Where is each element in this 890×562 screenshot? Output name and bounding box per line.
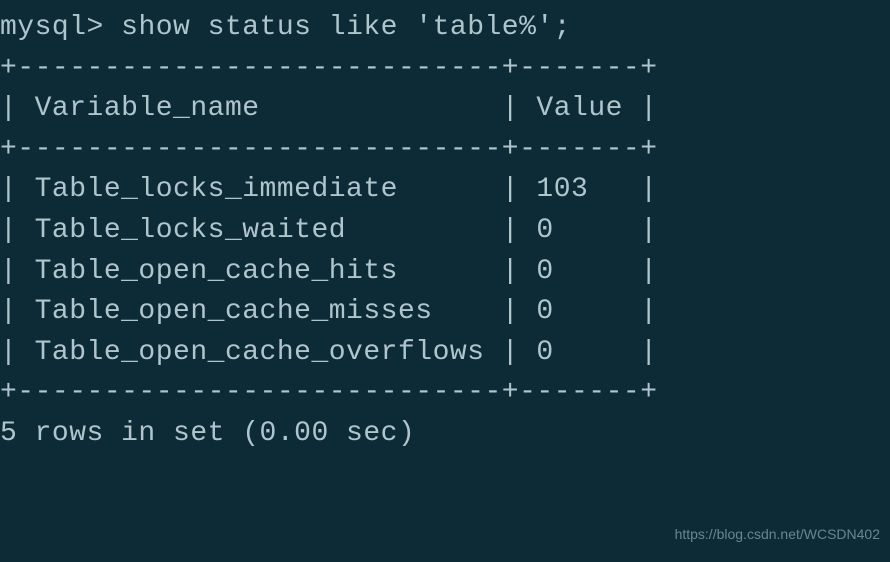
table-cell-value: 0 xyxy=(536,215,623,246)
table-cell-value: 0 xyxy=(536,296,623,327)
table-cell-variable: Table_open_cache_hits xyxy=(35,256,485,287)
terminal-output: mysql> show status like 'table%'; +-----… xyxy=(0,8,890,455)
mysql-prompt: mysql> xyxy=(0,12,104,43)
table-border-mid: +----------------------------+-------+ xyxy=(0,134,658,165)
table-cell-variable: Table_open_cache_overflows xyxy=(35,337,485,368)
table-border-top: +----------------------------+-------+ xyxy=(0,53,658,84)
result-footer: 5 rows in set (0.00 sec) xyxy=(0,418,415,449)
column-header-variable: Variable_name xyxy=(35,93,485,124)
table-cell-variable: Table_locks_waited xyxy=(35,215,485,246)
table-cell-variable: Table_open_cache_misses xyxy=(35,296,485,327)
sql-command: show status like 'table%'; xyxy=(121,12,571,43)
table-cell-variable: Table_locks_immediate xyxy=(35,174,485,205)
watermark: https://blog.csdn.net/WCSDN402 xyxy=(675,524,880,544)
table-cell-value: 103 xyxy=(536,174,623,205)
table-cell-value: 0 xyxy=(536,256,623,287)
table-cell-value: 0 xyxy=(536,337,623,368)
column-header-value: Value xyxy=(536,93,623,124)
table-border-bottom: +----------------------------+-------+ xyxy=(0,377,658,408)
